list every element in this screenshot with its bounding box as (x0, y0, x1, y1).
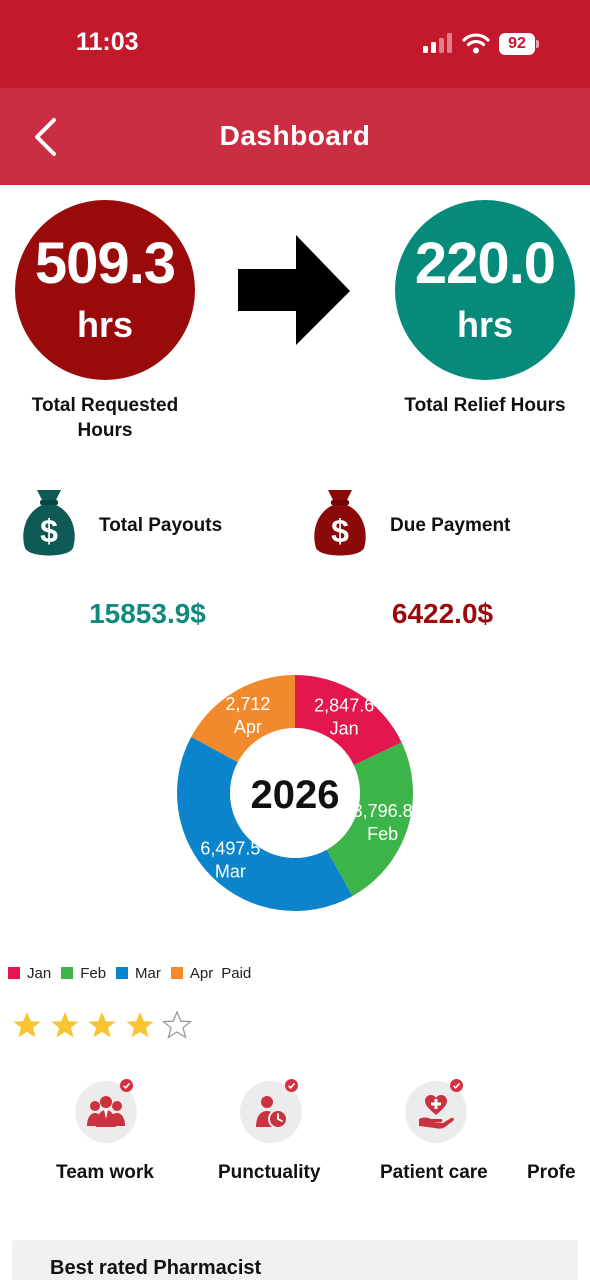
legend-label: Mar (135, 964, 161, 982)
slice-value-label: 3,796.8 (353, 801, 413, 821)
svg-text:$: $ (331, 513, 349, 549)
slice-category-label: Feb (367, 824, 398, 844)
requested-hours-unit: hrs (76, 304, 134, 345)
slice-value-label: 2,712 (225, 694, 270, 714)
check-badge-icon (285, 1079, 298, 1092)
star-filled-icon[interactable] (12, 1010, 42, 1040)
money-bag-icon: $ (314, 490, 366, 556)
chart-center-label: 2026 (251, 773, 340, 817)
total-requested-hours-circle: 509.3 hrs (15, 200, 195, 380)
legend-label: Jan (27, 964, 52, 982)
slice-category-label: Apr (234, 717, 262, 737)
status-bar: 11:03 92 (0, 0, 590, 88)
legend-label: Apr (189, 964, 214, 982)
legend-swatch (8, 967, 20, 979)
due-payment-value: 6422.0$ (391, 598, 494, 629)
arrow-right-icon (238, 235, 350, 345)
legend-swatch (170, 967, 183, 979)
svg-text:$: $ (40, 513, 58, 549)
due-payment-label: Due Payment (390, 515, 511, 536)
legend-suffix: Paid (221, 964, 252, 982)
battery-tip (536, 40, 539, 48)
skill-label-punctuality: Punctuality (218, 1162, 321, 1183)
best-rated-title: Best rated Pharmacist (50, 1257, 262, 1279)
relief-hours-value: 220.0 (414, 231, 556, 296)
slice-value-label: 6,497.5 (200, 838, 260, 858)
skill-label-professionalism: Profe (527, 1162, 576, 1183)
requested-hours-label: Total Requested Hours (31, 395, 179, 441)
page-title: Dashboard (219, 120, 371, 151)
relief-hours-label: Total Relief Hours (404, 395, 566, 416)
legend-item-mar[interactable]: Mar (116, 965, 161, 982)
nav-bar: Dashboard (0, 88, 590, 185)
payments-donut-chart[interactable]: 2,847.6 Jan 3,796.8 Feb 6,497.5 Mar 2,712 Apr 2… (170, 668, 420, 918)
star-filled-icon[interactable] (87, 1010, 117, 1040)
battery-level: 92 (499, 33, 535, 55)
star-filled-icon[interactable] (50, 1010, 80, 1040)
total-payouts-label: Total Payouts (99, 515, 223, 536)
check-badge-icon (120, 1079, 133, 1092)
punctuality-badge[interactable] (240, 1079, 302, 1143)
star-empty-icon[interactable] (162, 1010, 192, 1040)
star-filled-icon[interactable] (125, 1010, 155, 1040)
battery-icon: 92 (499, 33, 539, 55)
slice-value-label: 2,847.6 (314, 695, 374, 715)
legend-item-feb[interactable]: Feb (61, 965, 106, 982)
skill-label-patient-care: Patient care (380, 1162, 488, 1183)
legend-swatch (116, 967, 129, 979)
check-badge-icon (450, 1079, 463, 1092)
team-work-badge[interactable] (75, 1079, 137, 1143)
legend-item-apr[interactable]: Apr (170, 964, 214, 982)
status-time: 11:03 (76, 28, 139, 56)
slice-category-label: Jan (330, 718, 359, 738)
requested-hours-value: 509.3 (34, 231, 176, 296)
wifi-icon (462, 33, 490, 54)
legend-item-jan[interactable]: Jan (8, 965, 51, 982)
star-rating (12, 1010, 200, 1040)
chart-legend: Jan Feb Mar Apr Paid (8, 963, 251, 983)
legend-label: Feb (80, 964, 107, 982)
slice-category-label: Mar (215, 861, 246, 881)
total-payouts-value: 15853.9$ (89, 598, 206, 629)
money-bag-icon: $ (23, 490, 75, 556)
best-rated-card[interactable]: Best rated Pharmacist (12, 1240, 578, 1280)
signal-icon (423, 33, 452, 53)
relief-hours-unit: hrs (456, 304, 514, 345)
legend-swatch (61, 967, 74, 979)
patient-care-badge[interactable] (405, 1079, 467, 1143)
skill-label-team-work: Team work (56, 1162, 154, 1183)
total-relief-hours-circle: 220.0 hrs (395, 200, 575, 380)
